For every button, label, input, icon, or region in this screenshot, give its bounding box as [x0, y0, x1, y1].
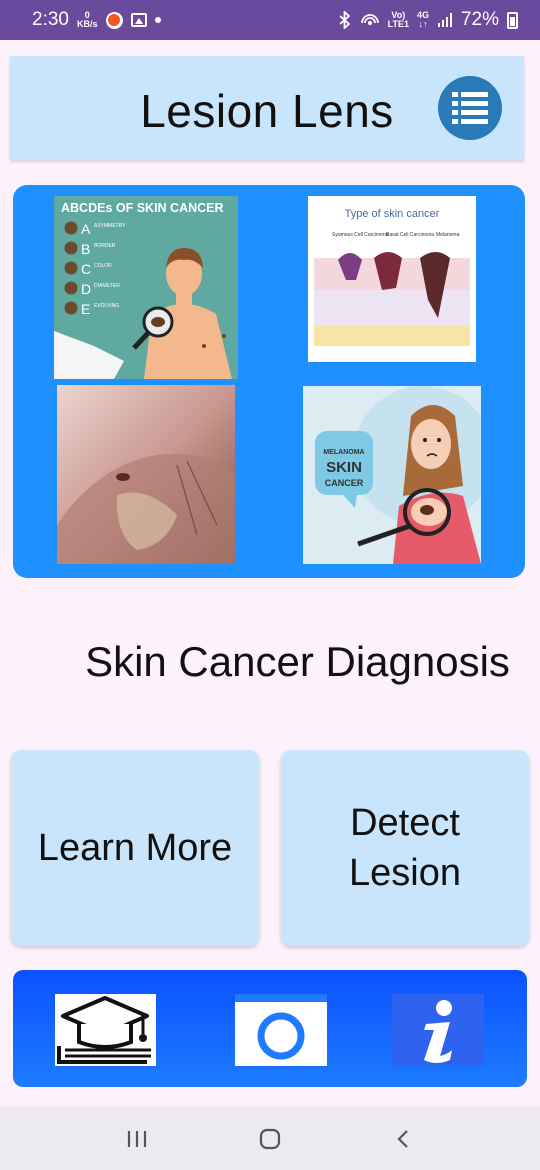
- svg-text:MELANOMA: MELANOMA: [323, 449, 364, 456]
- svg-text:COLOR: COLOR: [94, 263, 112, 269]
- svg-text:C: C: [81, 261, 91, 277]
- learn-more-label: Learn More: [37, 827, 233, 869]
- skin-cancer-types-diagram[interactable]: Type of skin cancer Syamous Cell Carcino…: [308, 196, 476, 362]
- svg-text:CANCER: CANCER: [325, 478, 364, 488]
- clock: 2:30: [32, 9, 69, 30]
- education-icon[interactable]: [55, 994, 156, 1066]
- svg-text:Type of skin cancer: Type of skin cancer: [345, 208, 440, 220]
- svg-text:Syamous Cell Carcinoma: Syamous Cell Carcinoma: [332, 232, 389, 238]
- bottom-nav-bar: [13, 970, 527, 1087]
- list-icon: [452, 92, 488, 124]
- battery-percent: 72%: [460, 9, 499, 30]
- recents-icon: [127, 1130, 146, 1147]
- battery-icon: [507, 11, 518, 29]
- svg-text:DIAMETER: DIAMETER: [94, 283, 120, 289]
- svg-text:EVOLVING: EVOLVING: [94, 303, 119, 309]
- recent-apps-button[interactable]: [107, 1119, 167, 1159]
- svg-text:A: A: [81, 221, 91, 237]
- detect-lesion-label: Detect Lesion: [349, 802, 461, 894]
- back-icon: [397, 1129, 409, 1148]
- hotspot-icon: [360, 14, 379, 25]
- app-notification-icon: [105, 11, 123, 29]
- volte-indicator: Vo) LTE1: [387, 10, 409, 29]
- infographic-title: ABCDEs OF SKIN CANCER: [61, 201, 224, 215]
- home-icon: [259, 1128, 281, 1149]
- svg-text:Melanoma: Melanoma: [436, 232, 460, 238]
- signal-icon: [437, 13, 452, 27]
- more-notifications-icon: [154, 17, 161, 23]
- svg-text:SKIN: SKIN: [326, 459, 362, 476]
- image-gallery: ABCDEs OF SKIN CANCER A ASYMMETRY B BORDER…: [13, 185, 525, 578]
- svg-text:BORDER: BORDER: [94, 243, 116, 249]
- info-icon[interactable]: [392, 994, 484, 1066]
- net-speed: 0 KB/s: [76, 10, 98, 29]
- learn-more-button[interactable]: Learn More: [11, 750, 259, 946]
- bluetooth-icon: [339, 11, 350, 29]
- detect-lesion-button[interactable]: Detect Lesion: [281, 750, 529, 946]
- abcde-skin-cancer-infographic[interactable]: ABCDEs OF SKIN CANCER A ASYMMETRY B BORDER…: [54, 196, 238, 379]
- back-button[interactable]: [373, 1119, 433, 1159]
- svg-text:B: B: [81, 241, 90, 257]
- svg-text:ASYMMETRY: ASYMMETRY: [94, 223, 126, 229]
- system-navigation-bar: [0, 1107, 540, 1170]
- status-bar: 2:30 0 KB/s Vo) LTE1 4G ↓↑ 72%: [0, 0, 540, 40]
- melanoma-illustration[interactable]: MELANOMA SKIN CANCER: [303, 386, 481, 564]
- network-gen: 4G ↓↑: [416, 10, 429, 29]
- svg-text:D: D: [81, 281, 91, 297]
- section-title: Skin Cancer Diagnosis: [85, 638, 510, 685]
- svg-text:Basal Cell Carcinoma: Basal Cell Carcinoma: [386, 232, 434, 238]
- header-card: Lesion Lens: [10, 56, 524, 160]
- camera-icon[interactable]: [235, 994, 327, 1066]
- svg-text:E: E: [81, 301, 90, 317]
- menu-button[interactable]: [438, 76, 502, 140]
- shoulder-lesion-photo[interactable]: [57, 385, 235, 564]
- gallery-notification-icon: [130, 13, 147, 27]
- home-button[interactable]: [240, 1119, 300, 1159]
